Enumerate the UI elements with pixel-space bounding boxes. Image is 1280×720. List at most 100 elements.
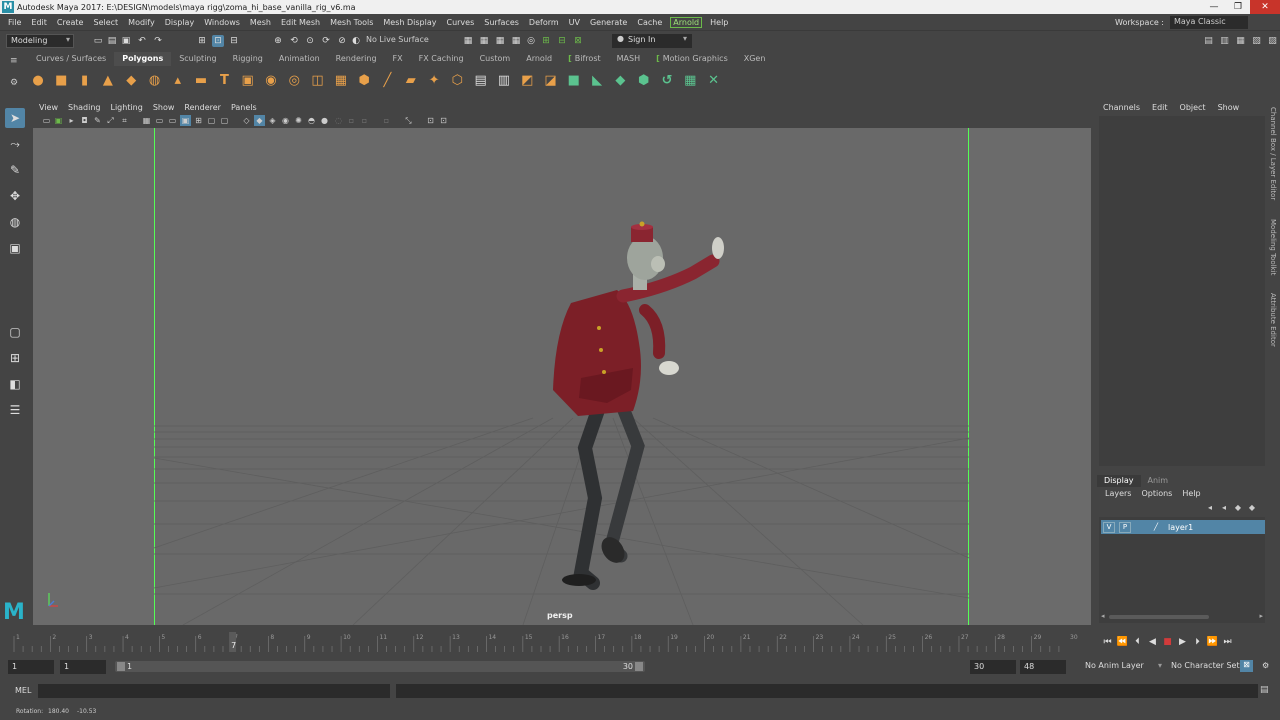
smooth-icon[interactable]: ▦: [331, 70, 351, 90]
perspective-viewport[interactable]: persp: [33, 128, 1091, 625]
new-layer-selected-icon[interactable]: ◆: [1245, 503, 1259, 512]
select-tool-icon[interactable]: ➤: [5, 108, 25, 128]
move-layer-down-icon[interactable]: ◂: [1217, 503, 1231, 512]
shadows-icon[interactable]: ◓: [306, 115, 317, 126]
play-forwards-icon[interactable]: ▶: [1175, 637, 1190, 647]
poly-cube-icon[interactable]: ■: [51, 70, 71, 90]
viewport-menu-show[interactable]: Show: [153, 103, 175, 112]
shelf-tab-arnold[interactable]: Arnold: [518, 52, 560, 66]
rotate-tool-icon[interactable]: ◍: [5, 212, 25, 232]
menu-deform[interactable]: Deform: [524, 18, 564, 27]
move-tool-icon[interactable]: ✥: [5, 186, 25, 206]
menu-mesh-display[interactable]: Mesh Display: [378, 18, 441, 27]
hypershade-icon[interactable]: ◎: [525, 35, 537, 47]
anim-preferences-icon[interactable]: ⚙: [1262, 661, 1269, 670]
persp-outliner-layout-icon[interactable]: ◧: [5, 374, 25, 394]
range-start-handle[interactable]: [117, 662, 125, 671]
image-plane-icon[interactable]: ◘: [79, 115, 90, 126]
shelf-tab-motion-graphics[interactable]: Motion Graphics: [648, 52, 736, 66]
menu-edit-mesh[interactable]: Edit Mesh: [276, 18, 325, 27]
menu-curves[interactable]: Curves: [441, 18, 479, 27]
layer-menu-help[interactable]: Help: [1182, 489, 1200, 498]
select-camera-icon[interactable]: ▭: [41, 115, 52, 126]
shelf-tab-sculpting[interactable]: Sculpting: [171, 52, 224, 66]
attribute-editor-icon[interactable]: ⊟: [556, 35, 568, 47]
menu-create[interactable]: Create: [52, 18, 89, 27]
render-current-icon[interactable]: ▦: [478, 35, 490, 47]
redo-icon[interactable]: ↷: [152, 35, 164, 47]
layer-row[interactable]: V P ╱ layer1: [1101, 520, 1265, 534]
lights-icon[interactable]: ✺: [293, 115, 304, 126]
layer-tab-display[interactable]: Display: [1097, 475, 1141, 487]
2d-pan-zoom-icon[interactable]: ⤢: [105, 115, 116, 126]
snap-live-icon[interactable]: ⊘: [336, 35, 348, 47]
outliner-layout-icon[interactable]: ☰: [5, 400, 25, 420]
multisample-aa-icon[interactable]: ▫: [346, 115, 357, 126]
camera-attributes-icon[interactable]: ▣: [53, 115, 64, 126]
channel-box-area[interactable]: [1099, 116, 1265, 466]
resolution-gate-icon[interactable]: ▭: [167, 115, 178, 126]
ipr-render-icon[interactable]: ▦: [494, 35, 506, 47]
auto-key-icon[interactable]: ⊠: [1240, 660, 1253, 672]
snap-curve-icon[interactable]: ⟲: [288, 35, 300, 47]
shelf-tab-polygons[interactable]: Polygons: [114, 52, 172, 66]
animation-start-field[interactable]: 1: [8, 660, 54, 674]
select-components-icon[interactable]: ⊟: [228, 35, 240, 47]
snap-view-plane-icon[interactable]: ⟳: [320, 35, 332, 47]
paint-select-tool-icon[interactable]: ✎: [5, 160, 25, 180]
shelf-tab-curves-surfaces[interactable]: Curves / Surfaces: [28, 52, 114, 66]
combine-icon[interactable]: ◉: [261, 70, 281, 90]
playback-end-field[interactable]: 30: [970, 660, 1016, 674]
lasso-tool-icon[interactable]: ⤳: [5, 134, 25, 154]
textured-icon[interactable]: ◉: [280, 115, 291, 126]
play-backwards-icon[interactable]: ◀: [1145, 637, 1160, 647]
render-view-icon[interactable]: ▦: [510, 35, 522, 47]
shelf-tab-animation[interactable]: Animation: [271, 52, 328, 66]
ao-icon[interactable]: ●: [319, 115, 330, 126]
menu-windows[interactable]: Windows: [199, 18, 245, 27]
step-forward-frame-icon[interactable]: ⏩: [1205, 637, 1220, 647]
layout-uv-icon[interactable]: ↺: [657, 70, 677, 90]
menu-uv[interactable]: UV: [564, 18, 585, 27]
menu-set-dropdown[interactable]: Modeling: [6, 34, 74, 48]
snap-grid-icon[interactable]: ⊕: [272, 35, 284, 47]
bridge-icon[interactable]: ▰: [401, 70, 421, 90]
close-icon[interactable]: ✕: [1250, 0, 1280, 14]
channel-box-toggle-icon[interactable]: ▤: [1202, 35, 1215, 47]
shelf-tab-fx[interactable]: FX: [385, 52, 411, 66]
bookmarks-icon[interactable]: ▸: [66, 115, 77, 126]
layer-horizontal-scrollbar[interactable]: ◂ ▸: [1101, 612, 1263, 621]
layer-playback-toggle[interactable]: P: [1119, 521, 1131, 533]
step-back-key-icon[interactable]: ⏴: [1130, 637, 1145, 647]
menu-edit[interactable]: Edit: [26, 18, 52, 27]
go-to-end-icon[interactable]: ⏭: [1220, 637, 1235, 647]
shelf-tab-rigging[interactable]: Rigging: [225, 52, 271, 66]
range-slider[interactable]: 1 30: [115, 661, 645, 672]
shelf-tab-mash[interactable]: MASH: [609, 52, 648, 66]
mirror-geometry-icon[interactable]: ✕: [704, 70, 724, 90]
make-live-icon[interactable]: ◐: [350, 35, 362, 47]
menu-modify[interactable]: Modify: [123, 18, 160, 27]
layer-type-toggle[interactable]: [1135, 521, 1147, 533]
safe-action-icon[interactable]: ▢: [206, 115, 217, 126]
menu-file[interactable]: File: [3, 18, 26, 27]
motion-blur-icon[interactable]: ◌: [333, 115, 344, 126]
menu-mesh-tools[interactable]: Mesh Tools: [325, 18, 378, 27]
viewport-menu-shading[interactable]: Shading: [68, 103, 101, 112]
move-layer-up-icon[interactable]: ◂: [1203, 503, 1217, 512]
open-scene-icon[interactable]: ▤: [106, 35, 118, 47]
unfold-uv-icon[interactable]: ⬢: [634, 70, 654, 90]
film-gate-icon[interactable]: ▭: [154, 115, 165, 126]
sign-in-button[interactable]: Sign In: [612, 34, 692, 48]
uv-editor-icon[interactable]: ◆: [610, 70, 630, 90]
grid-toggle-icon[interactable]: ▦: [141, 115, 152, 126]
single-perspective-layout-icon[interactable]: ▢: [5, 322, 25, 342]
depth-of-field-icon[interactable]: ▫: [359, 115, 370, 126]
snap-point-icon[interactable]: ⊙: [304, 35, 316, 47]
menu-generate[interactable]: Generate: [585, 18, 632, 27]
command-input[interactable]: [38, 684, 390, 698]
safe-title-icon[interactable]: ▢: [219, 115, 230, 126]
average-vertices-icon[interactable]: ⬢: [354, 70, 374, 90]
time-slider[interactable]: 1234567891011121314151617181920212223242…: [8, 628, 1094, 654]
layer-tab-anim[interactable]: Anim: [1141, 475, 1176, 487]
